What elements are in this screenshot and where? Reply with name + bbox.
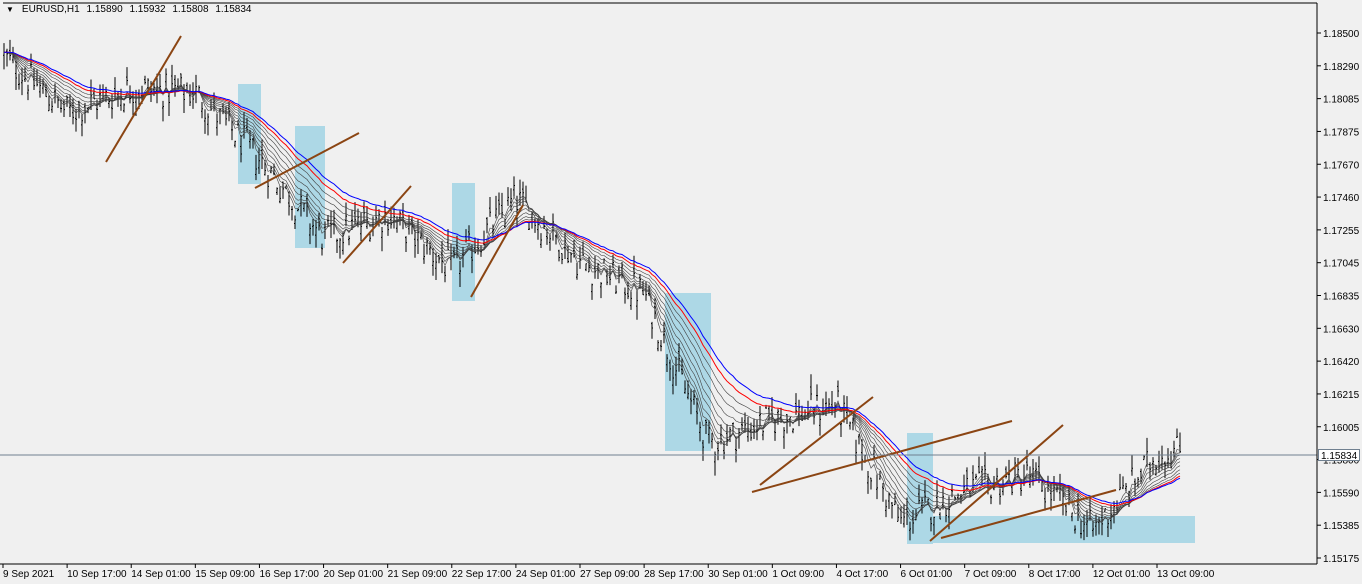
close-value: 1.15834 [215,4,252,15]
price-tick-label: 1.16630 [1323,324,1360,335]
price-tick-label: 1.15175 [1323,554,1360,565]
time-tick-label: 20 Sep 01:00 [324,569,384,580]
price-tick-label: 1.18085 [1323,95,1360,106]
chart-background [0,0,1362,584]
price-tick-label: 1.15590 [1323,488,1360,499]
time-tick-label: 28 Sep 17:00 [644,569,704,580]
price-tick-label: 1.18500 [1323,29,1360,40]
chart-canvas[interactable]: 1.18500 1.18290 1.18085 1.17875 1.17670 1.174… [0,0,1362,584]
highlight-zone [452,183,475,301]
price-tick-label: 1.15385 [1323,521,1360,532]
time-tick-label: 8 Oct 17:00 [1029,569,1081,580]
time-tick-label: 1 Oct 09:00 [772,569,824,580]
symbol-label: EURUSD,H1 [21,4,80,15]
low-value: 1.15808 [172,4,209,15]
price-tick-label: 1.18290 [1323,62,1360,73]
open-value: 1.15890 [86,4,123,15]
highlight-zone [907,433,933,544]
time-tick-label: 13 Oct 09:00 [1157,569,1215,580]
current-price-box: 1.15834 [1318,449,1360,462]
time-tick-label: 7 Oct 09:00 [965,569,1017,580]
time-tick-label: 6 Oct 01:00 [901,569,953,580]
time-tick-label: 10 Sep 17:00 [67,569,127,580]
price-tick-label: 1.16005 [1323,423,1360,434]
price-tick-label: 1.17875 [1323,127,1360,138]
high-value: 1.15932 [129,4,166,15]
chart-window[interactable]: 1.18500 1.18290 1.18085 1.17875 1.17670 1.174… [0,0,1362,584]
price-tick-label: 1.17045 [1323,259,1360,270]
price-tick-label: 1.16835 [1323,292,1360,303]
price-tick-label: 1.17460 [1323,193,1360,204]
price-tick-label: 1.17670 [1323,160,1360,171]
time-tick-label: 22 Sep 17:00 [452,569,512,580]
price-tick-label: 1.17255 [1323,226,1360,237]
time-tick-label: 4 Oct 17:00 [836,569,888,580]
price-tick-label: 1.16215 [1323,390,1360,401]
time-tick-label: 16 Sep 17:00 [259,569,319,580]
time-tick-label: 9 Sep 2021 [3,569,55,580]
time-tick-label: 24 Sep 01:00 [516,569,576,580]
chart-header: ▼ EURUSD,H1 1.15890 1.15932 1.15808 1.158… [6,4,251,15]
time-tick-label: 21 Sep 09:00 [388,569,448,580]
price-tick-label: 1.16420 [1323,357,1360,368]
time-tick-label: 30 Sep 01:00 [708,569,768,580]
current-price-label: 1.15834 [1321,451,1358,462]
time-tick-label: 12 Oct 01:00 [1093,569,1151,580]
time-tick-label: 14 Sep 01:00 [131,569,191,580]
dropdown-triangle-icon[interactable]: ▼ [6,5,14,14]
time-tick-label: 15 Sep 09:00 [195,569,255,580]
time-tick-label: 27 Sep 09:00 [580,569,640,580]
